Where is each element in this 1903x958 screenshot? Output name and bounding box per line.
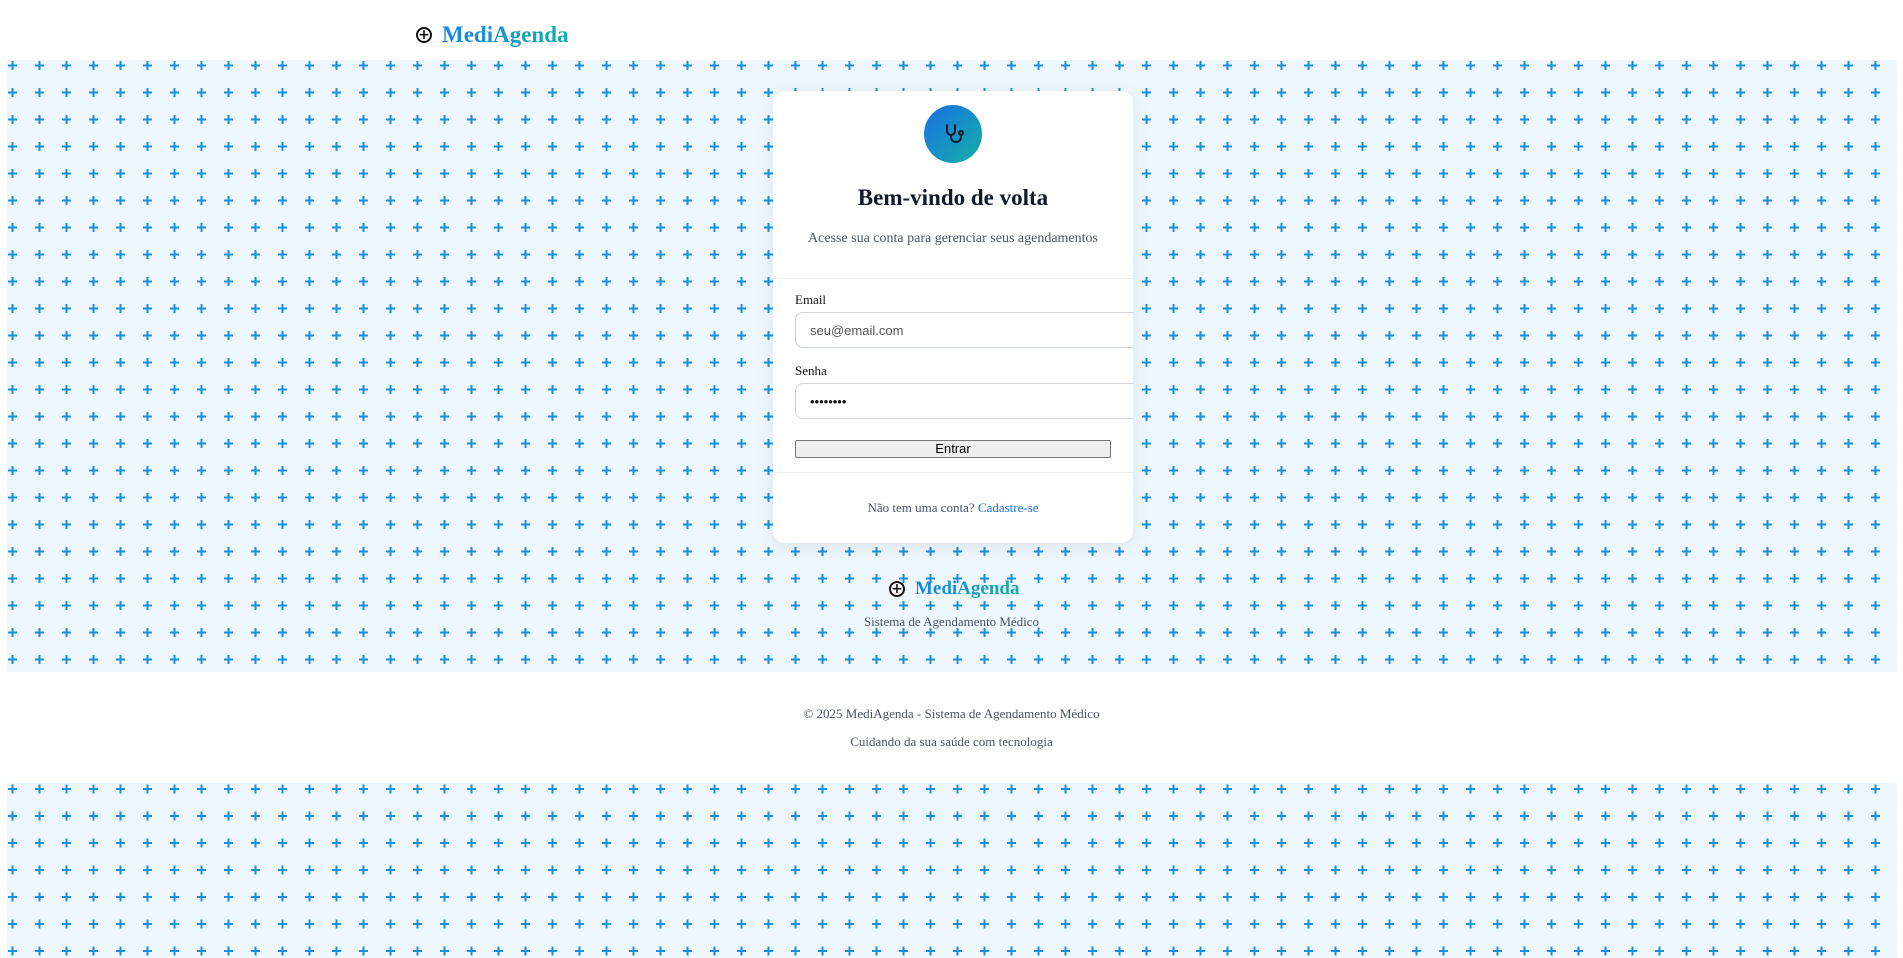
plus-circle-icon: + [416,27,432,43]
divider [773,278,1133,279]
plus-circle-icon: + [889,581,905,597]
stethoscope-icon [946,124,964,143]
copyright-text: © 2025 MediAgenda - Sistema de Agendamen… [803,706,1100,721]
site-header: + MediAgenda [0,0,1903,60]
login-title: Bem-vindo de volta [857,185,1049,210]
password-field[interactable] [795,383,1133,419]
email-label: Email [795,292,827,307]
password-label: Senha [795,363,827,378]
signup-prompt: Não tem uma conta? [867,500,975,515]
signup-link[interactable]: Cadastre-se [978,500,1039,515]
header-brand[interactable]: + MediAgenda [416,22,569,48]
login-submit-button[interactable]: Entrar [795,440,1111,458]
plus-pattern-background-bottom [7,783,1897,958]
footer-slogan: Cuidando da sua saúde com tecnologia [850,734,1053,749]
section-footer-tagline: Sistema de Agendamento Médico [863,614,1040,629]
login-avatar [924,105,982,163]
signup-row: Não tem uma conta? Cadastre-se [773,500,1133,516]
section-footer-brand[interactable]: + MediAgenda [889,578,1020,600]
login-subtitle: Acesse sua conta para gerenciar seus age… [808,231,1098,246]
login-card: Bem-vindo de volta Acesse sua conta para… [773,91,1133,543]
brand-name: MediAgenda [442,22,569,47]
section-footer-brand-name: MediAgenda [915,578,1020,599]
email-field[interactable] [795,312,1133,348]
divider [773,472,1133,473]
